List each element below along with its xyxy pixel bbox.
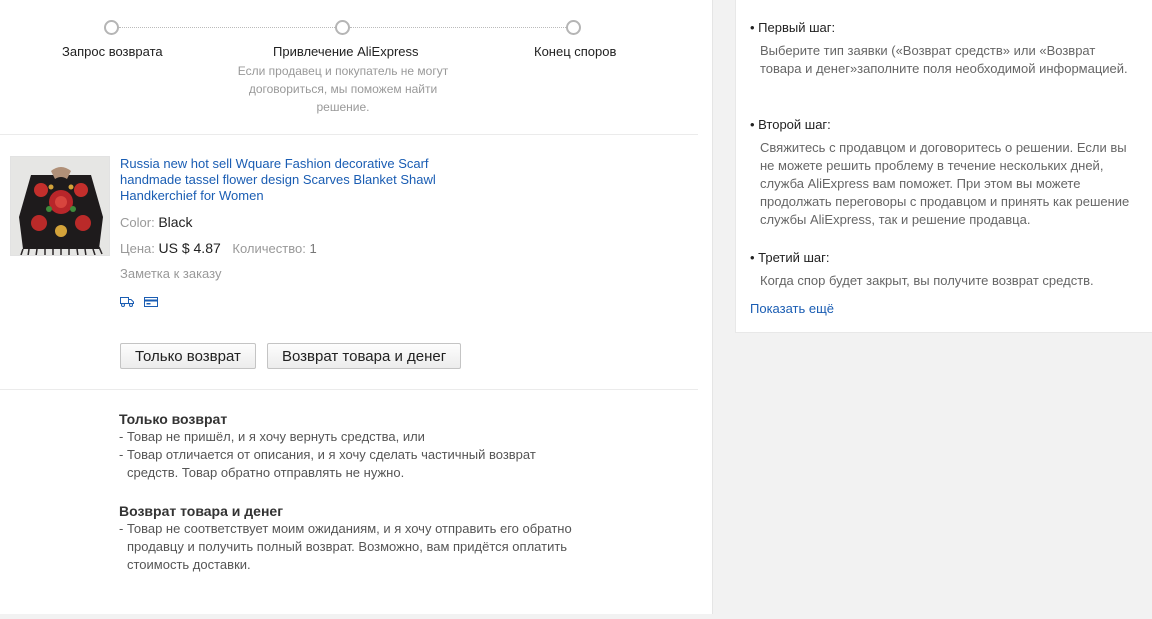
explanation-line: - Товар не соответствует моим ожиданиям,… (119, 521, 572, 572)
truck-icon[interactable] (120, 295, 134, 308)
dispute-progress: Запрос возврата Привлечение AliExpress К… (0, 0, 698, 135)
side-step-1: • Первый шаг: Выберите тип заявки («Возв… (750, 20, 1140, 78)
order-note-link[interactable]: Заметка к заказу (120, 266, 221, 281)
scarf-image (11, 157, 109, 255)
step-1-label: Запрос возврата (62, 44, 163, 59)
side-step-title: • Второй шаг: (750, 117, 831, 132)
step-3-dot (566, 20, 581, 35)
price-label: Цена: (120, 241, 155, 256)
divider (0, 389, 698, 390)
explanation-line: - Товар отличается от описания, и я хочу… (119, 447, 536, 480)
main-panel: Запрос возврата Привлечение AliExpress К… (0, 0, 713, 614)
product-color: Color: Black (120, 214, 193, 230)
explanation-line: - Товар не пришёл, и я хочу вернуть сред… (119, 429, 425, 444)
color-value: Black (158, 214, 193, 230)
return-and-refund-title: Возврат товара и денег (119, 503, 284, 519)
refund-only-title: Только возврат (119, 411, 228, 427)
progress-line (350, 27, 566, 28)
color-label: Color: (120, 215, 155, 230)
step-2-description: Если продавец и покупатель не могут дого… (237, 64, 449, 114)
dispute-help-panel: • Первый шаг: Выберите тип заявки («Возв… (735, 0, 1152, 333)
quantity-value: 1 (309, 241, 317, 256)
progress-line (119, 27, 335, 28)
show-more-link[interactable]: Показать ещё (750, 301, 834, 316)
side-step-body: Свяжитесь с продавцом и договоритесь о р… (760, 140, 1130, 227)
product-icons (120, 295, 158, 308)
quantity-label: Количество: (232, 241, 306, 256)
step-2-label: Привлечение AliExpress (273, 44, 419, 59)
side-step-title: • Третий шаг: (750, 250, 830, 265)
step-2-dot (335, 20, 350, 35)
return-and-refund-button[interactable]: Возврат товара и денег (267, 343, 462, 369)
product-price: Цена: US $ 4.87 Количество: 1 (120, 240, 317, 256)
refund-only-button[interactable]: Только возврат (120, 343, 256, 369)
price-value: US $ 4.87 (158, 240, 221, 256)
step-1-dot (104, 20, 119, 35)
step-3-label: Конец споров (534, 44, 617, 59)
side-step-2: • Второй шаг: Свяжитесь с продавцом и до… (750, 117, 1140, 229)
product-title-link[interactable]: Russia new hot sell Wquare Fashion decor… (120, 156, 450, 204)
return-and-refund-explanation: Возврат товара и денег - Товар не соотве… (119, 502, 579, 574)
side-step-body: Когда спор будет закрыт, вы получите воз… (760, 273, 1094, 288)
side-step-body: Выберите тип заявки («Возврат средств» и… (760, 43, 1128, 76)
side-step-title: • Первый шаг: (750, 20, 836, 35)
refund-only-explanation: Только возврат - Товар не пришёл, и я хо… (119, 410, 579, 482)
side-step-3: • Третий шаг: Когда спор будет закрыт, в… (750, 250, 1140, 290)
product-image[interactable] (10, 156, 110, 256)
card-icon[interactable] (144, 295, 158, 308)
